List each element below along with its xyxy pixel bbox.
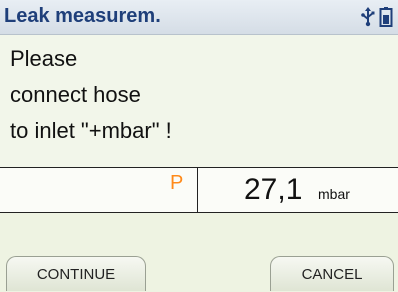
battery-icon [379,7,393,27]
pressure-unit: mbar [318,186,350,202]
message-line-3: to inlet "+mbar" ! [10,118,172,143]
cancel-button[interactable]: CANCEL [270,256,394,291]
status-icons [360,6,394,33]
message-panel: Please connect hose to inlet "+mbar" ! [0,35,398,167]
message-line-2: connect hose [10,82,141,107]
continue-button[interactable]: CONTINUE [6,256,146,291]
measurement-row: P 27,1 mbar [0,167,398,213]
pressure-value: 27,1 [244,173,303,206]
pressure-symbol: P [170,172,184,194]
measurement-divider [197,168,198,212]
screen-title: Leak measurem. [4,5,161,27]
usb-icon [361,7,375,27]
title-bar: Leak measurem. [0,0,398,35]
message-line-1: Please [10,46,78,71]
